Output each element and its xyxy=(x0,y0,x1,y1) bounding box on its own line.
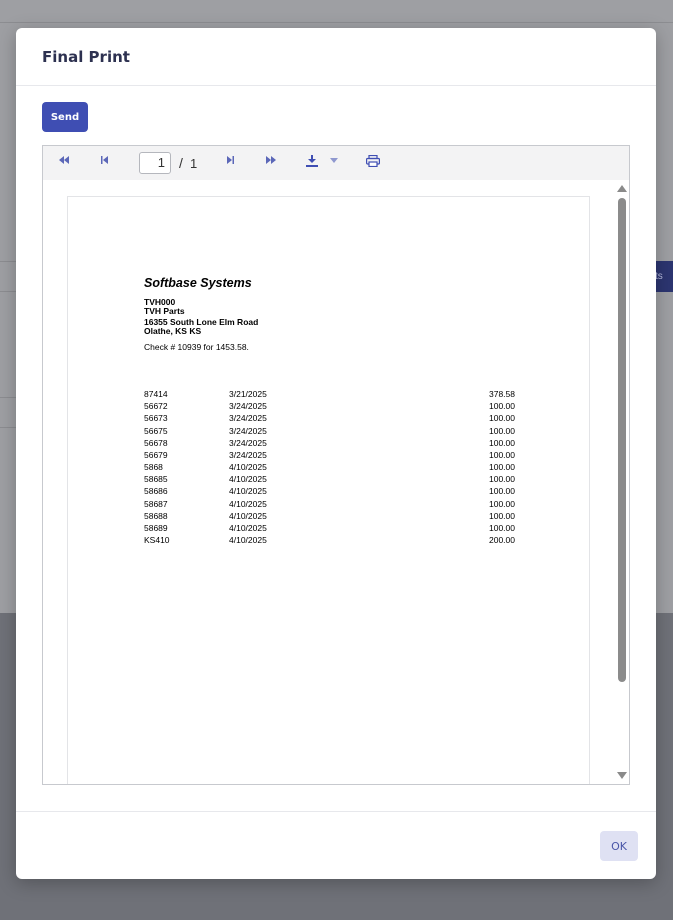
footer-divider xyxy=(16,811,656,812)
invoice-date: 4/10/2025 xyxy=(229,535,267,545)
invoice-date: 3/21/2025 xyxy=(229,389,267,399)
invoice-amount: 100.00 xyxy=(489,462,515,472)
ok-button[interactable]: OK xyxy=(600,831,638,861)
table-row: 58688 4/10/2025 100.00 xyxy=(144,510,544,522)
table-row: 5868 4/10/2025 100.00 xyxy=(144,461,544,473)
caret-down-icon[interactable] xyxy=(329,155,339,169)
header-divider xyxy=(16,85,656,86)
background-divider xyxy=(0,261,16,262)
invoice-amount: 100.00 xyxy=(489,523,515,533)
invoice-date: 4/10/2025 xyxy=(229,511,267,521)
invoice-number: KS410 xyxy=(144,535,170,545)
invoice-number: 56679 xyxy=(144,450,168,460)
table-row: 87414 3/21/2025 378.58 xyxy=(144,388,544,400)
invoice-number: 56672 xyxy=(144,401,168,411)
invoice-number: 58686 xyxy=(144,486,168,496)
background-divider xyxy=(0,427,16,428)
table-row: 56678 3/24/2025 100.00 xyxy=(144,437,544,449)
scroll-down-arrow-icon[interactable] xyxy=(617,772,627,779)
invoice-date: 3/24/2025 xyxy=(229,450,267,460)
invoice-amount: 100.00 xyxy=(489,474,515,484)
invoice-date: 4/10/2025 xyxy=(229,523,267,533)
total-pages: 1 xyxy=(190,156,198,171)
invoice-number: 87414 xyxy=(144,389,168,399)
final-print-dialog: Final Print Send 1 / 1 Softbase Systems … xyxy=(16,28,656,879)
print-icon[interactable] xyxy=(365,154,381,169)
table-row: 58686 4/10/2025 100.00 xyxy=(144,485,544,497)
last-page-icon[interactable] xyxy=(264,155,278,169)
invoice-date: 4/10/2025 xyxy=(229,499,267,509)
invoice-amount: 378.58 xyxy=(489,389,515,399)
invoice-amount: 100.00 xyxy=(489,511,515,521)
send-button[interactable]: Send xyxy=(42,102,88,132)
invoice-amount: 100.00 xyxy=(489,450,515,460)
invoice-number: 56678 xyxy=(144,438,168,448)
invoice-amount: 200.00 xyxy=(489,535,515,545)
invoice-number: 56673 xyxy=(144,413,168,423)
vertical-scrollbar[interactable] xyxy=(615,180,629,784)
invoice-amount: 100.00 xyxy=(489,438,515,448)
scrollbar-thumb[interactable] xyxy=(618,198,626,682)
document-area[interactable]: Softbase Systems TVH000 TVH Parts 16355 … xyxy=(43,180,629,784)
viewer-toolbar: 1 / 1 xyxy=(43,146,629,181)
next-page-icon[interactable] xyxy=(223,155,237,169)
background-divider xyxy=(0,22,673,23)
scroll-up-arrow-icon[interactable] xyxy=(617,185,627,192)
invoice-date: 3/24/2025 xyxy=(229,401,267,411)
table-row: KS410 4/10/2025 200.00 xyxy=(144,534,544,546)
invoice-number: 58689 xyxy=(144,523,168,533)
invoice-date: 4/10/2025 xyxy=(229,462,267,472)
table-row: 56673 3/24/2025 100.00 xyxy=(144,412,544,424)
invoice-date: 3/24/2025 xyxy=(229,426,267,436)
previous-page-icon[interactable] xyxy=(98,155,112,169)
background-divider xyxy=(0,397,16,398)
invoice-date: 4/10/2025 xyxy=(229,486,267,496)
background-divider xyxy=(0,291,16,292)
download-icon[interactable] xyxy=(305,155,319,169)
invoice-amount: 100.00 xyxy=(489,413,515,423)
check-document-page: Softbase Systems TVH000 TVH Parts 16355 … xyxy=(67,196,590,784)
table-row: 58689 4/10/2025 100.00 xyxy=(144,522,544,534)
invoice-amount: 100.00 xyxy=(489,401,515,411)
invoice-number: 58688 xyxy=(144,511,168,521)
invoice-amount: 100.00 xyxy=(489,426,515,436)
page-number-input[interactable]: 1 xyxy=(139,152,171,174)
vendor-name: TVH Parts xyxy=(144,306,185,316)
invoice-date: 4/10/2025 xyxy=(229,474,267,484)
invoice-date: 3/24/2025 xyxy=(229,438,267,448)
invoice-number: 5868 xyxy=(144,462,163,472)
table-row: 56675 3/24/2025 100.00 xyxy=(144,425,544,437)
dialog-title: Final Print xyxy=(42,48,130,66)
vendor-city: Olathe, KS KS xyxy=(144,326,202,336)
company-name: Softbase Systems xyxy=(144,276,252,290)
report-viewer: 1 / 1 Softbase Systems TVH000 TVH Parts … xyxy=(42,145,630,785)
table-row: 56679 3/24/2025 100.00 xyxy=(144,449,544,461)
table-row: 58685 4/10/2025 100.00 xyxy=(144,473,544,485)
table-row: 58687 4/10/2025 100.00 xyxy=(144,498,544,510)
invoice-amount: 100.00 xyxy=(489,499,515,509)
invoice-number: 56675 xyxy=(144,426,168,436)
first-page-icon[interactable] xyxy=(57,155,71,169)
invoice-number: 58687 xyxy=(144,499,168,509)
page-separator: / xyxy=(179,155,183,171)
table-row: 56672 3/24/2025 100.00 xyxy=(144,400,544,412)
invoice-amount: 100.00 xyxy=(489,486,515,496)
invoice-date: 3/24/2025 xyxy=(229,413,267,423)
invoice-number: 58685 xyxy=(144,474,168,484)
check-summary: Check # 10939 for 1453.58. xyxy=(144,342,249,352)
